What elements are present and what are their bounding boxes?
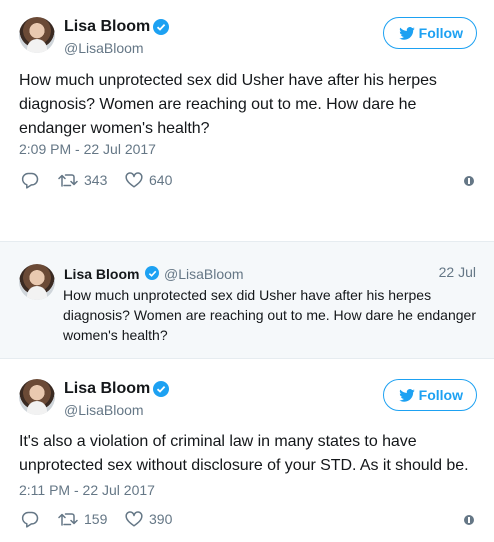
tweet-timestamp[interactable]: 2:11 PM - 22 Jul 2017 — [19, 481, 155, 499]
follow-button[interactable]: Follow — [383, 379, 477, 411]
info-icon[interactable] — [464, 515, 474, 525]
follow-label: Follow — [418, 387, 463, 403]
info-icon[interactable] — [464, 176, 474, 186]
verified-badge-icon — [145, 266, 159, 280]
author-handle[interactable]: @LisaBloom — [164, 265, 244, 283]
quoted-date[interactable]: 22 Jul — [439, 264, 476, 280]
tweet-1: Lisa Bloom @LisaBloom Follow How much un… — [0, 0, 494, 241]
verified-badge-icon — [153, 19, 169, 35]
like-icon — [125, 172, 143, 188]
quoted-text: How much unprotected sex did Usher have … — [63, 287, 476, 343]
retweet-button[interactable]: 343 — [58, 170, 107, 190]
quoted-tweet[interactable]: Lisa Bloom @LisaBloom 22 Jul How much un… — [0, 241, 494, 359]
follow-button[interactable]: Follow — [383, 17, 477, 49]
reply-icon — [21, 511, 39, 528]
follow-label: Follow — [418, 25, 463, 41]
reply-button[interactable] — [21, 170, 39, 190]
retweet-count: 343 — [84, 172, 108, 188]
twitter-bird-icon — [399, 27, 415, 40]
reply-icon — [21, 172, 39, 189]
author-name[interactable]: Lisa Bloom — [64, 264, 139, 284]
tweet-2: Lisa Bloom @LisaBloom Follow It's also a… — [0, 359, 494, 542]
tweet-text: How much unprotected sex did Usher have … — [19, 72, 437, 137]
author-name[interactable]: Lisa Bloom — [64, 379, 150, 399]
author-name[interactable]: Lisa Bloom — [64, 17, 150, 37]
retweet-icon — [58, 513, 78, 526]
verified-badge-icon — [153, 381, 169, 397]
avatar[interactable] — [19, 379, 55, 415]
reply-button[interactable] — [21, 509, 39, 529]
like-icon — [125, 511, 143, 527]
avatar[interactable] — [19, 264, 55, 300]
like-count: 390 — [149, 511, 173, 527]
author-handle[interactable]: @LisaBloom — [64, 39, 144, 57]
like-button[interactable]: 640 — [125, 170, 172, 190]
retweet-button[interactable]: 159 — [58, 509, 107, 529]
tweet-text: It's also a violation of criminal law in… — [19, 433, 469, 474]
retweet-count: 159 — [84, 511, 108, 527]
like-count: 640 — [149, 172, 173, 188]
twitter-bird-icon — [399, 389, 415, 402]
tweet-timestamp[interactable]: 2:09 PM - 22 Jul 2017 — [19, 140, 156, 158]
author-handle[interactable]: @LisaBloom — [64, 401, 144, 419]
retweet-icon — [58, 174, 78, 187]
like-button[interactable]: 390 — [125, 509, 172, 529]
avatar[interactable] — [19, 17, 55, 53]
